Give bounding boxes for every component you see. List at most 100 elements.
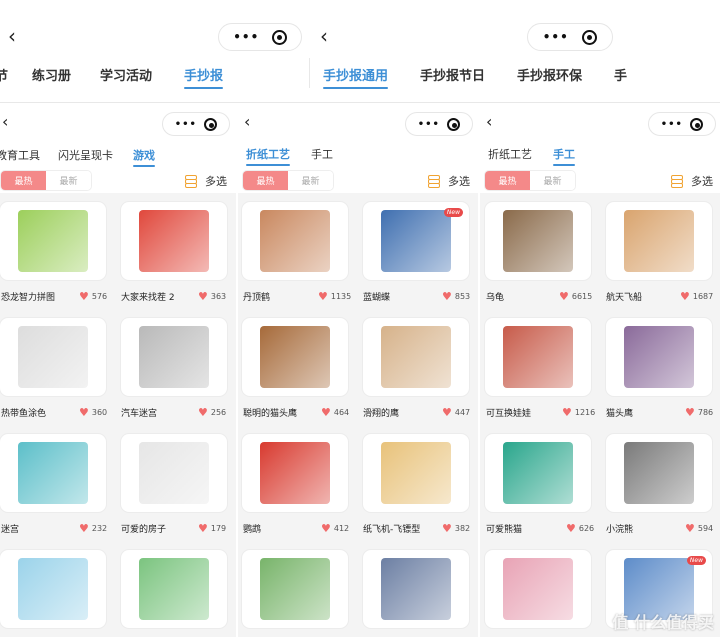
item-likes[interactable]: ♥ 412 [321,523,349,534]
sort-new[interactable]: 最新 [530,171,575,190]
item-card[interactable] [121,434,227,512]
item-likes[interactable]: ♥ 1687 [680,291,713,302]
multi-select-label: 多选 [691,175,713,188]
tab-education-tools[interactable]: 教育工具 [0,147,40,163]
item-likes[interactable]: ♥ 382 [442,523,470,534]
item-card[interactable] [121,318,227,396]
item-card[interactable] [0,550,106,628]
close-target-icon[interactable] [271,29,287,45]
tab-workbook[interactable]: 练习册 [32,65,71,84]
item-likes[interactable]: ♥ 179 [198,523,226,534]
multi-select-button[interactable]: 多选 [184,173,227,189]
item-likes[interactable]: ♥ 447 [442,407,470,418]
item-likes[interactable]: ♥ 1135 [318,291,351,302]
tab-handcraft[interactable]: 手工 [553,146,575,166]
tab-games[interactable]: 游戏 [133,147,155,167]
tab-environment[interactable]: 手抄报环保 [517,65,582,84]
back-arrow-icon[interactable]: ‹ [2,114,8,130]
tab-partial[interactable]: 手 [614,65,627,84]
tab-origami[interactable]: 折纸工艺 [488,146,532,162]
item-card[interactable] [606,434,712,512]
back-arrow-icon[interactable]: ‹ [8,26,16,46]
tab-learning-activity[interactable]: 学习活动 [100,65,152,84]
item-card[interactable] [0,318,106,396]
item-card[interactable] [0,202,106,280]
back-arrow-icon[interactable]: ‹ [320,26,328,46]
item-card[interactable] [121,202,227,280]
close-target-icon[interactable] [582,29,598,45]
tab-origami[interactable]: 折纸工艺 [246,146,290,166]
mini-program-capsule[interactable]: ••• [405,112,473,136]
item-card[interactable]: New [363,202,469,280]
sort-hot[interactable]: 最热 [485,171,530,190]
item-card[interactable] [485,434,591,512]
item-card[interactable] [242,318,348,396]
sort-toggle[interactable]: 最热 最新 [242,170,334,191]
item-likes[interactable]: ♥ 594 [685,523,713,534]
more-dots-icon[interactable]: ••• [233,30,259,44]
item-title: 可爱的房子 [121,525,167,535]
close-target-icon[interactable] [204,117,218,131]
sort-toggle[interactable]: 最热 最新 [484,170,576,191]
item-title: 小浣熊 [606,525,634,535]
item-likes[interactable]: ♥ 626 [566,523,594,534]
section-divider [0,102,720,103]
item-card[interactable] [242,202,348,280]
item-card[interactable] [242,434,348,512]
tab-festival[interactable]: 手抄报节日 [420,65,485,84]
tab-general[interactable]: 手抄报通用 [323,65,389,89]
back-arrow-icon[interactable]: ‹ [244,114,250,130]
thumbnail-image [18,558,88,620]
back-arrow-icon[interactable]: ‹ [486,114,492,130]
item-card[interactable] [606,202,712,280]
mini-program-capsule[interactable]: ••• [648,112,716,136]
close-target-icon[interactable] [447,117,461,131]
tab-partial[interactable]: 节 [0,65,8,84]
item-likes[interactable]: ♥ 576 [79,291,107,302]
tab-flash-cards[interactable]: 闪光呈现卡 [58,147,113,163]
mini-program-capsule[interactable]: ••• [218,23,302,51]
thumbnail-image [503,442,573,504]
sort-new[interactable]: 最新 [46,171,91,190]
item-card[interactable] [363,434,469,512]
sort-toggle[interactable]: 最热 最新 [0,170,92,191]
item-card[interactable] [485,202,591,280]
more-dots-icon[interactable]: ••• [543,30,569,44]
more-dots-icon[interactable]: ••• [175,119,197,130]
multi-select-button[interactable]: 多选 [670,173,713,189]
item-likes[interactable]: ♥ 360 [79,407,107,418]
item-card[interactable] [0,434,106,512]
item-likes[interactable]: ♥ 232 [79,523,107,534]
sort-hot[interactable]: 最热 [1,171,46,190]
item-title: 猫头鹰 [606,409,634,419]
item-likes[interactable]: ♥ 464 [321,407,349,418]
item-likes[interactable]: ♥ 786 [685,407,713,418]
multi-select-button[interactable]: 多选 [427,173,470,189]
item-card[interactable] [363,318,469,396]
item-likes[interactable]: ♥ 1216 [562,407,595,418]
item-title: 乌龟 [486,293,505,303]
item-card[interactable] [242,550,348,628]
item-title: 滑翔的鹰 [363,409,400,419]
item-title: 可互换娃娃 [486,409,532,419]
sort-new[interactable]: 最新 [288,171,333,190]
item-card[interactable] [485,550,591,628]
mini-program-capsule[interactable]: ••• [527,23,613,51]
item-likes[interactable]: ♥ 6615 [559,291,592,302]
item-likes[interactable]: ♥ 256 [198,407,226,418]
more-dots-icon[interactable]: ••• [661,119,683,130]
thumbnail-image [503,558,573,620]
tab-handwritten-newspaper[interactable]: 手抄报 [184,65,224,89]
sort-hot[interactable]: 最热 [243,171,288,190]
tab-handcraft[interactable]: 手工 [311,146,333,162]
item-card[interactable] [606,318,712,396]
new-badge: New [443,208,463,217]
item-card[interactable] [485,318,591,396]
item-card[interactable] [363,550,469,628]
mini-program-capsule[interactable]: ••• [162,112,230,136]
item-likes[interactable]: ♥ 363 [198,291,226,302]
item-likes[interactable]: ♥ 853 [442,291,470,302]
more-dots-icon[interactable]: ••• [418,119,440,130]
close-target-icon[interactable] [690,117,704,131]
item-card[interactable] [121,550,227,628]
